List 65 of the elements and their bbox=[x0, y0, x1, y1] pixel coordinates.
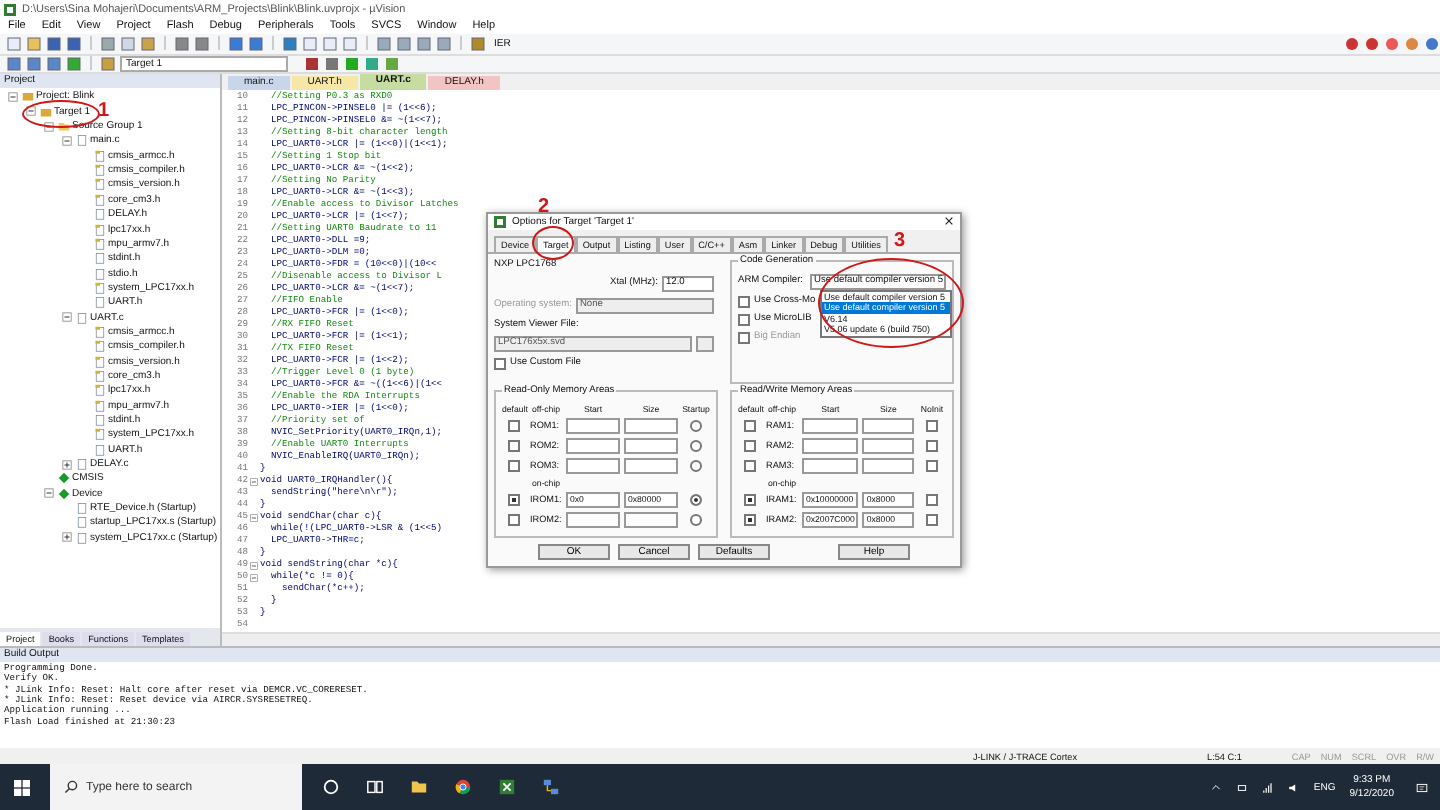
cortana-icon[interactable] bbox=[322, 778, 340, 796]
start-field[interactable] bbox=[802, 437, 859, 454]
checkbox[interactable] bbox=[744, 459, 756, 472]
checkbox[interactable] bbox=[744, 493, 756, 506]
start-field[interactable] bbox=[566, 417, 620, 434]
network-icon[interactable] bbox=[1261, 781, 1274, 793]
start-field[interactable] bbox=[566, 437, 620, 454]
checkbox[interactable] bbox=[508, 419, 520, 432]
checkbox[interactable] bbox=[926, 513, 938, 526]
size-field[interactable] bbox=[624, 437, 678, 454]
start-field[interactable] bbox=[802, 417, 859, 434]
collapse-icon[interactable] bbox=[26, 106, 36, 117]
checkbox[interactable] bbox=[508, 493, 520, 506]
checkbox[interactable] bbox=[926, 439, 938, 452]
browser-icon[interactable] bbox=[454, 778, 472, 796]
checkbox[interactable] bbox=[926, 459, 938, 472]
annotation-circle bbox=[22, 99, 100, 128]
radio-button[interactable] bbox=[690, 459, 702, 472]
checkbox[interactable] bbox=[744, 439, 756, 452]
collapse-icon[interactable] bbox=[44, 488, 54, 499]
windows-start-icon[interactable] bbox=[14, 779, 30, 795]
checkbox[interactable] bbox=[738, 295, 750, 308]
browse-button[interactable] bbox=[696, 335, 714, 352]
size-field[interactable] bbox=[624, 511, 678, 528]
folder-icon[interactable] bbox=[410, 778, 428, 796]
size-field[interactable] bbox=[624, 417, 678, 434]
app-icon[interactable] bbox=[498, 778, 516, 796]
horizontal-scrollbar[interactable] bbox=[222, 631, 1440, 646]
collapse-icon[interactable] bbox=[8, 91, 18, 102]
checkbox[interactable] bbox=[926, 419, 938, 432]
checkbox[interactable] bbox=[508, 459, 520, 472]
annotation-circle bbox=[532, 225, 574, 260]
checkbox[interactable] bbox=[744, 419, 756, 432]
size-field[interactable] bbox=[624, 457, 678, 474]
size-field[interactable] bbox=[862, 457, 914, 474]
checkbox[interactable] bbox=[508, 513, 520, 526]
collapse-icon[interactable] bbox=[62, 312, 72, 323]
checkbox[interactable] bbox=[926, 493, 938, 506]
speaker-icon[interactable] bbox=[1287, 781, 1300, 793]
size-field[interactable] bbox=[862, 417, 914, 434]
checkbox[interactable] bbox=[744, 513, 756, 526]
tray-app-icon[interactable] bbox=[1235, 781, 1248, 793]
close-icon[interactable] bbox=[944, 216, 954, 227]
expand-icon[interactable] bbox=[62, 459, 72, 469]
collapse-icon[interactable] bbox=[44, 121, 54, 132]
radio-button[interactable] bbox=[690, 419, 702, 432]
radio-button[interactable] bbox=[690, 513, 702, 526]
start-field[interactable] bbox=[802, 457, 859, 474]
annotation-number: 2 bbox=[538, 195, 550, 218]
radio-button[interactable] bbox=[690, 439, 702, 452]
radio-button[interactable] bbox=[690, 493, 702, 506]
collapse-icon[interactable] bbox=[62, 135, 72, 146]
checkbox[interactable] bbox=[508, 439, 520, 452]
checkbox[interactable] bbox=[494, 357, 506, 370]
start-field[interactable] bbox=[566, 511, 620, 528]
caret-icon[interactable] bbox=[1209, 781, 1222, 793]
network-app-icon[interactable] bbox=[542, 778, 560, 796]
notification-icon[interactable] bbox=[1416, 781, 1428, 793]
annotation-number: 3 bbox=[894, 229, 906, 252]
annotation-number: 1 bbox=[98, 99, 110, 122]
start-field[interactable] bbox=[566, 457, 620, 474]
task-view-icon[interactable] bbox=[366, 778, 384, 796]
size-field[interactable] bbox=[862, 437, 914, 454]
checkbox[interactable] bbox=[738, 313, 750, 326]
expand-icon[interactable] bbox=[62, 532, 72, 543]
